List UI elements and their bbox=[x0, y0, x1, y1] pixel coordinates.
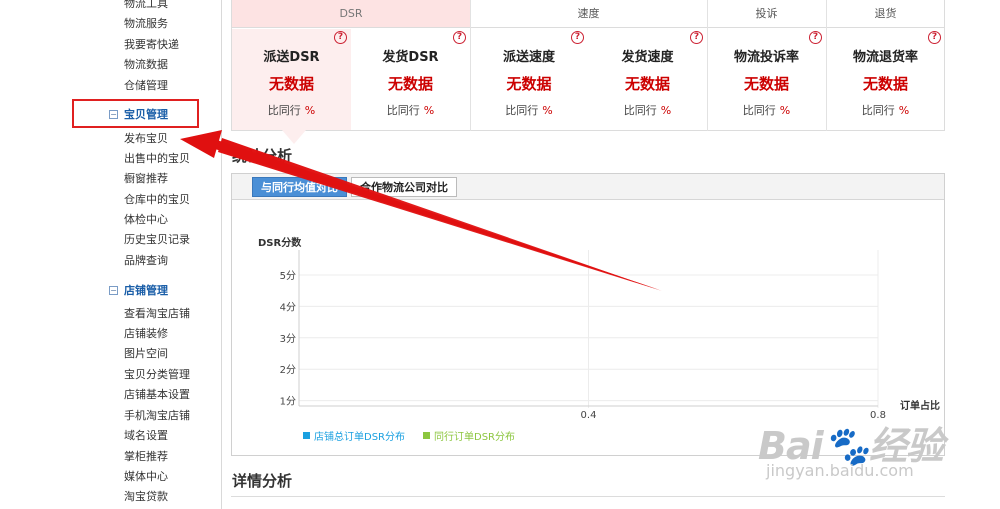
sidebar-item-basic-settings[interactable]: 店铺基本设置 bbox=[124, 388, 190, 402]
metric-delivery-dsr[interactable]: ? 派送DSR 无数据 比同行% bbox=[232, 29, 351, 130]
sidebar-item-media-center[interactable]: 媒体中心 bbox=[124, 470, 168, 484]
sidebar-item-warehouse[interactable]: 仓储管理 bbox=[124, 79, 168, 93]
watermark: Bai🐾经验 jingyan.baidu.com bbox=[758, 415, 948, 495]
x-tick-label: 0.4 bbox=[581, 410, 597, 421]
help-icon[interactable]: ? bbox=[453, 31, 466, 44]
metric-compare: 比同行% bbox=[861, 104, 910, 117]
metric-name: 物流投诉率 bbox=[733, 50, 799, 65]
metric-value: 无数据 bbox=[862, 75, 908, 93]
metric-name: 发货DSR bbox=[382, 50, 439, 65]
metric-value: 无数据 bbox=[624, 75, 670, 93]
sidebar: 物流工具 物流服务 我要寄快递 物流数据 仓储管理 − 宝贝管理 发布宝贝 出售中… bbox=[0, 0, 222, 509]
x-axis-label: 订单占比 bbox=[900, 399, 940, 412]
sidebar-item-view-shop[interactable]: 查看淘宝店铺 bbox=[124, 307, 190, 321]
metric-value: 无数据 bbox=[268, 75, 314, 93]
sidebar-item-brand-query[interactable]: 品牌查询 bbox=[124, 254, 168, 268]
y-tick-label: 1分 bbox=[280, 396, 296, 408]
sidebar-item-image-space[interactable]: 图片空间 bbox=[124, 347, 168, 361]
y-tick-label: 4分 bbox=[280, 301, 296, 313]
sidebar-item-in-warehouse[interactable]: 仓库中的宝贝 bbox=[124, 193, 190, 207]
metrics-table: DSR 速度 投诉 退货 ? 派送DSR 无数据 比同行% ? 发货DSR 无数… bbox=[231, 0, 945, 131]
metric-complaint-rate[interactable]: ? 物流投诉率 无数据 比同行% bbox=[707, 29, 826, 130]
help-icon[interactable]: ? bbox=[690, 31, 703, 44]
metric-compare: 比同行% bbox=[742, 104, 791, 117]
sidebar-item-shop-decoration[interactable]: 店铺装修 bbox=[124, 327, 168, 341]
legend-label: 同行订单DSR分布 bbox=[434, 430, 515, 443]
y-tick-label: 2分 bbox=[280, 364, 296, 376]
details-title: 详情分析 bbox=[232, 472, 293, 490]
sidebar-item-category-management[interactable]: 宝贝分类管理 bbox=[124, 368, 190, 382]
sidebar-item-logistics-services[interactable]: 物流服务 bbox=[124, 17, 168, 31]
y-tick-label: 5分 bbox=[280, 270, 296, 282]
sidebar-item-on-sale[interactable]: 出售中的宝贝 bbox=[124, 152, 190, 166]
metric-value: 无数据 bbox=[387, 75, 433, 93]
metric-value: 无数据 bbox=[506, 75, 552, 93]
group-header-speed[interactable]: 速度 bbox=[470, 0, 707, 28]
sidebar-item-logistics-tools[interactable]: 物流工具 bbox=[124, 0, 168, 11]
metric-return-rate[interactable]: ? 物流退货率 无数据 比同行% bbox=[826, 29, 945, 130]
group-header-return[interactable]: 退货 bbox=[826, 0, 945, 28]
group-header-dsr[interactable]: DSR bbox=[232, 0, 470, 28]
legend-swatch bbox=[423, 432, 430, 439]
sidebar-item-domain-settings[interactable]: 域名设置 bbox=[124, 429, 168, 443]
metric-name: 派送DSR bbox=[263, 50, 320, 65]
metric-value: 无数据 bbox=[743, 75, 789, 93]
group-header-complaint[interactable]: 投诉 bbox=[707, 0, 826, 28]
metric-compare: 比同行% bbox=[267, 104, 316, 117]
help-icon[interactable]: ? bbox=[334, 31, 347, 44]
metric-compare: 比同行% bbox=[623, 104, 672, 117]
sidebar-section-shop-management[interactable]: − 店铺管理 bbox=[109, 284, 168, 298]
sidebar-item-history[interactable]: 历史宝贝记录 bbox=[124, 233, 190, 247]
sidebar-item-shopkeeper-recommend[interactable]: 掌柜推荐 bbox=[124, 450, 168, 464]
sidebar-item-publish-item[interactable]: 发布宝贝 bbox=[124, 132, 168, 146]
metric-name: 发货速度 bbox=[621, 50, 674, 65]
legend-swatch bbox=[303, 432, 310, 439]
active-pointer bbox=[282, 130, 306, 144]
sidebar-item-health-check[interactable]: 体检中心 bbox=[124, 213, 168, 227]
sidebar-item-logistics-data[interactable]: 物流数据 bbox=[124, 58, 168, 72]
divider bbox=[826, 0, 827, 131]
collapse-icon[interactable]: − bbox=[109, 286, 118, 295]
y-axis-label: DSR分数 bbox=[258, 236, 302, 249]
metric-shipping-dsr[interactable]: ? 发货DSR 无数据 比同行% bbox=[351, 29, 470, 130]
help-icon[interactable]: ? bbox=[809, 31, 822, 44]
highlight-box bbox=[72, 99, 199, 128]
sidebar-item-send-express[interactable]: 我要寄快递 bbox=[124, 38, 179, 52]
divider bbox=[470, 0, 471, 131]
divider bbox=[231, 496, 945, 497]
metric-name: 派送速度 bbox=[502, 50, 555, 65]
sidebar-section-title: 店铺管理 bbox=[124, 284, 168, 297]
sidebar-item-showcase[interactable]: 橱窗推荐 bbox=[124, 172, 168, 186]
help-icon[interactable]: ? bbox=[928, 31, 941, 44]
divider bbox=[707, 0, 708, 131]
sidebar-item-loans[interactable]: 淘宝贷款 bbox=[124, 490, 168, 504]
chart-panel: 与同行均值对比 合作物流公司对比 5分 4分 3分 2分 1分 0.4 0.8 DSR分数 订单… bbox=[231, 173, 945, 456]
metric-compare: 比同行% bbox=[386, 104, 435, 117]
stats-title: 统计分析 bbox=[232, 147, 293, 165]
legend-label: 店铺总订单DSR分布 bbox=[314, 430, 405, 443]
sidebar-item-mobile-shop[interactable]: 手机淘宝店铺 bbox=[124, 409, 190, 423]
metric-compare: 比同行% bbox=[505, 104, 553, 117]
metric-shipping-speed[interactable]: ? 发货速度 无数据 比同行% bbox=[588, 29, 707, 130]
metric-name: 物流退货率 bbox=[852, 50, 918, 65]
help-icon[interactable]: ? bbox=[571, 31, 584, 44]
watermark-url: jingyan.baidu.com bbox=[766, 461, 914, 480]
metric-delivery-speed[interactable]: ? 派送速度 无数据 比同行% bbox=[470, 29, 588, 130]
y-tick-label: 3分 bbox=[280, 333, 296, 345]
